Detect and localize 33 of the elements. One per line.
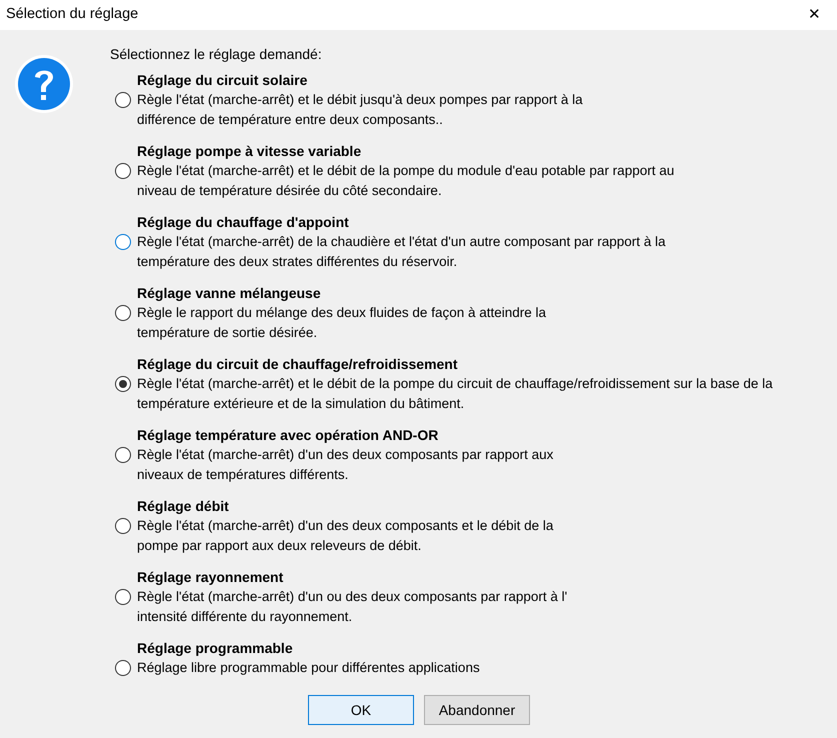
option-description: Règle l'état (marche-arrêt) et le débit de la pompe du circuit de chauffage/refroidissement sur la base de la température extérieure et de la simulation du bâtiment. <box>137 375 773 413</box>
option-title: Réglage du chauffage d'appoint <box>137 213 350 232</box>
option-title: Réglage pompe à vitesse variable <box>137 142 362 161</box>
option-title: Réglage du circuit solaire <box>137 71 308 90</box>
radio-button[interactable] <box>116 93 130 107</box>
radio-button[interactable] <box>116 306 130 320</box>
option-title: Réglage débit <box>137 497 230 516</box>
option-description: Règle l'état (marche-arrêt) d'un des deux composants et le débit de la pompe par rapport aux deux releveurs de débit. <box>137 517 554 555</box>
window-title: Sélection du réglage <box>6 5 138 24</box>
option-title: Réglage température avec opération AND-OR <box>137 426 440 445</box>
radio-button[interactable] <box>116 164 130 178</box>
option-title: Réglage rayonnement <box>137 568 284 587</box>
radio-button[interactable] <box>116 377 130 391</box>
radio-button[interactable] <box>116 235 130 249</box>
cancel-button[interactable]: Abandonner <box>424 695 530 725</box>
option-description: Règle l'état (marche-arrêt) d'un des deux composants par rapport aux niveaux de températures différents. <box>137 446 554 484</box>
radio-button[interactable] <box>116 519 130 533</box>
radio-button[interactable] <box>116 590 130 604</box>
option-description: Règle l'état (marche-arrêt) de la chaudière et l'état d'un autre composant par rapport à la température des deux strates différentes du réservoir. <box>137 233 666 271</box>
question-icon <box>14 54 74 114</box>
close-button[interactable]: ✕ <box>804 4 825 26</box>
option-title: Réglage du circuit de chauffage/refroidissement <box>137 355 459 374</box>
prompt-text: Sélectionnez le réglage demandé: <box>110 45 323 64</box>
radio-button[interactable] <box>116 661 130 675</box>
option-title: Réglage programmable <box>137 639 294 658</box>
option-description: Règle l'état (marche-arrêt) et le débit jusqu'à deux pompes par rapport à la différence de température entre deux composants.. <box>137 91 583 129</box>
option-description: Règle l'état (marche-arrêt) et le débit de la pompe du module d'eau potable par rapport au niveau de température désirée du côté secondaire. <box>137 162 674 200</box>
option-description: Règle l'état (marche-arrêt) d'un ou des deux composants par rapport à l' intensité différente du rayonnement. <box>137 588 568 626</box>
option-title: Réglage vanne mélangeuse <box>137 284 322 303</box>
option-description: Règle le rapport du mélange des deux fluides de façon à atteindre la température de sortie désirée. <box>137 304 546 342</box>
ok-button[interactable]: OK <box>308 695 414 725</box>
radio-button[interactable] <box>116 448 130 462</box>
option-description: Réglage libre programmable pour différentes applications <box>137 659 480 677</box>
